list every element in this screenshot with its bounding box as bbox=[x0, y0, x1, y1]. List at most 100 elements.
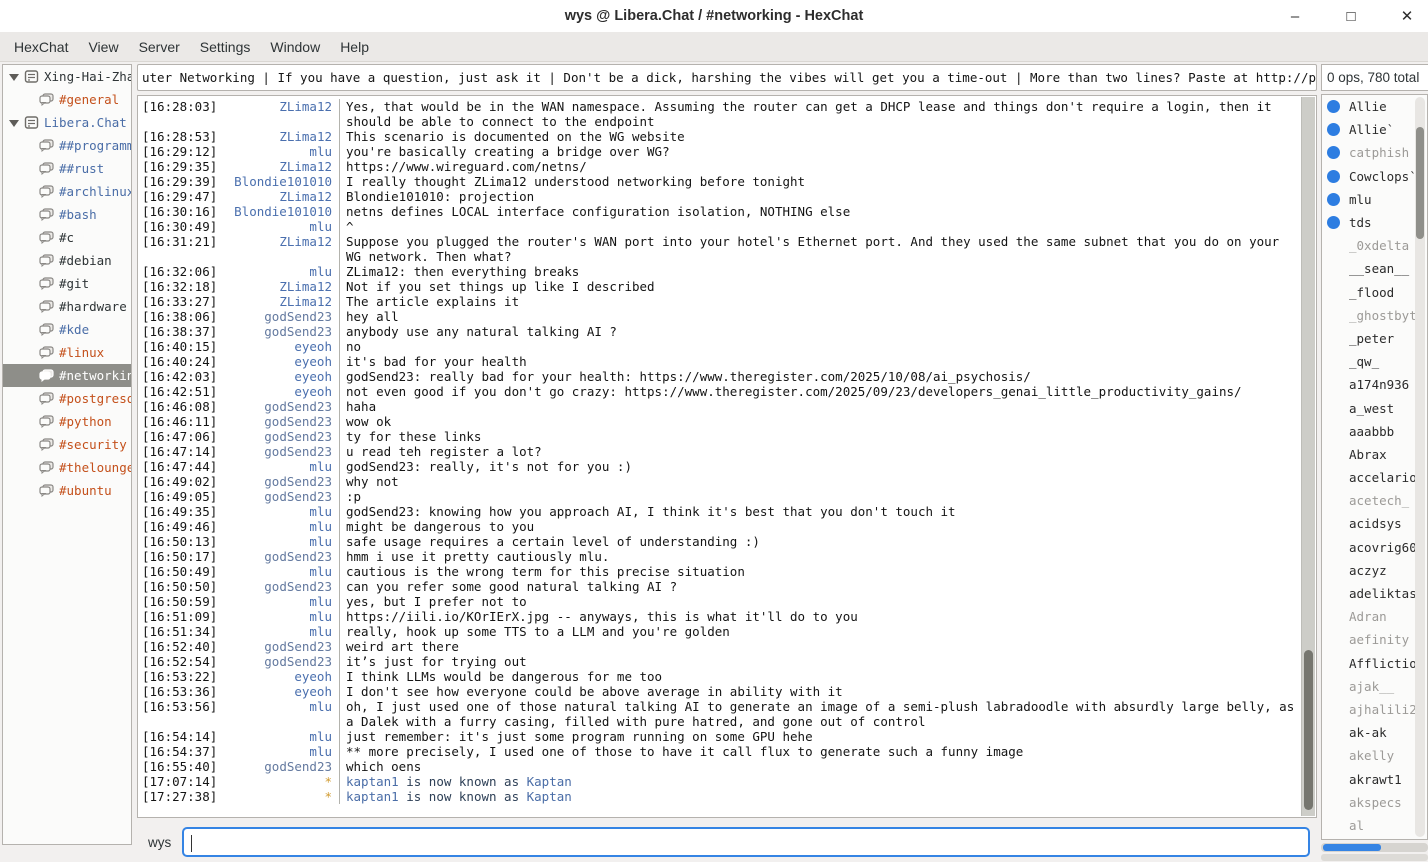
userlist-hscrollbar-thumb[interactable] bbox=[1323, 844, 1381, 851]
userlist-row[interactable]: Abrax bbox=[1322, 443, 1427, 466]
minimize-icon[interactable]: – bbox=[1284, 5, 1306, 27]
tree-channel-kde[interactable]: #kde bbox=[3, 318, 131, 341]
userlist-row[interactable]: _0xdelta bbox=[1322, 234, 1427, 257]
message-text: can you refer some good natural talking … bbox=[339, 579, 1299, 594]
userlist-row[interactable]: a_west bbox=[1322, 396, 1427, 419]
userlist-row[interactable]: Allie bbox=[1322, 95, 1427, 118]
window-controls: – □ ✕ bbox=[1284, 0, 1418, 32]
chat-message-row: [16:30:16]Blondie101010netns defines LOC… bbox=[139, 204, 1299, 219]
userlist-row[interactable]: ak-ak bbox=[1322, 721, 1427, 744]
userlist-row[interactable]: _qw_ bbox=[1322, 350, 1427, 373]
message-input[interactable] bbox=[182, 827, 1310, 857]
userlist-row[interactable]: akspecs bbox=[1322, 791, 1427, 814]
userlist-row[interactable]: acetech_ bbox=[1322, 489, 1427, 512]
tree-channel-ubuntu[interactable]: #ubuntu bbox=[3, 479, 131, 502]
user-name: Affliction bbox=[1349, 656, 1424, 671]
menu-item-help[interactable]: Help bbox=[330, 34, 379, 60]
userlist-row[interactable]: Affliction bbox=[1322, 652, 1427, 675]
text-caret bbox=[191, 835, 192, 852]
user-name: _flood bbox=[1349, 285, 1394, 300]
tree-channel-postgresql[interactable]: #postgresql bbox=[3, 387, 131, 410]
tree-channel-python[interactable]: #python bbox=[3, 410, 131, 433]
user-name: catphish bbox=[1349, 145, 1409, 160]
tree-channel-bash[interactable]: #bash bbox=[3, 203, 131, 226]
message-timestamp: [16:51:34] bbox=[139, 624, 227, 639]
tree-channel-linux[interactable]: #linux bbox=[3, 341, 131, 364]
maximize-icon[interactable]: □ bbox=[1340, 5, 1362, 27]
userlist-row[interactable]: accelario bbox=[1322, 466, 1427, 489]
userlist-row[interactable]: aczyz bbox=[1322, 559, 1427, 582]
userlist-row[interactable]: __sean__ bbox=[1322, 257, 1427, 280]
menu-item-server[interactable]: Server bbox=[129, 34, 190, 60]
chat-bubble-icon bbox=[39, 415, 54, 428]
userlist-row[interactable]: a174n936 bbox=[1322, 373, 1427, 396]
close-icon[interactable]: ✕ bbox=[1396, 5, 1418, 27]
menu-item-window[interactable]: Window bbox=[260, 34, 330, 60]
user-name: mlu bbox=[1349, 192, 1372, 207]
chat-scrollbar-thumb[interactable] bbox=[1304, 650, 1313, 810]
tree-server-xing-hai-zhan[interactable]: Xing-Hai-Zhan bbox=[3, 65, 131, 88]
userlist-row[interactable]: catphish bbox=[1322, 141, 1427, 164]
userlist-hscrollbar-track[interactable] bbox=[1321, 854, 1428, 861]
message-timestamp: [16:47:06] bbox=[139, 429, 227, 444]
tree-channel-rust[interactable]: ##rust bbox=[3, 157, 131, 180]
tree-channel-c[interactable]: #c bbox=[3, 226, 131, 249]
message-timestamp: [16:50:17] bbox=[139, 549, 227, 564]
userlist-row[interactable]: Allie` bbox=[1322, 118, 1427, 141]
userlist-row[interactable]: adeliktas bbox=[1322, 582, 1427, 605]
userlist-row[interactable]: acovrig60 bbox=[1322, 536, 1427, 559]
userlist-row[interactable]: ajak__ bbox=[1322, 675, 1427, 698]
user-name: acetech_ bbox=[1349, 493, 1409, 508]
voice-dot-icon bbox=[1327, 100, 1340, 113]
userlist-scrollbar-thumb[interactable] bbox=[1416, 127, 1424, 239]
userlist-row[interactable]: aaabbb bbox=[1322, 420, 1427, 443]
userlist-row[interactable]: ajhalili2 bbox=[1322, 698, 1427, 721]
user-name: akelly bbox=[1349, 748, 1394, 763]
tree-channel-general[interactable]: #general bbox=[3, 88, 131, 111]
voice-dot-icon bbox=[1327, 123, 1340, 136]
channel-name: #c bbox=[59, 230, 74, 245]
message-timestamp: [16:30:49] bbox=[139, 219, 227, 234]
userlist-hscrollbar[interactable] bbox=[1321, 843, 1428, 852]
tree-channel-networking[interactable]: #networking bbox=[3, 364, 131, 387]
tree-channel-hardware[interactable]: #hardware bbox=[3, 295, 131, 318]
voice-dot-icon bbox=[1327, 146, 1340, 159]
expander-down-icon[interactable] bbox=[7, 70, 21, 84]
userlist-row[interactable]: akrawt1 bbox=[1322, 767, 1427, 790]
userlist-row[interactable]: acidsys bbox=[1322, 512, 1427, 535]
userlist-row[interactable]: akelly bbox=[1322, 744, 1427, 767]
channel-name: #linux bbox=[59, 345, 104, 360]
menu-item-settings[interactable]: Settings bbox=[190, 34, 261, 60]
userlist-row[interactable]: _ghostbyte bbox=[1322, 304, 1427, 327]
userlist-row[interactable]: _flood bbox=[1322, 281, 1427, 304]
userlist-row[interactable]: _peter bbox=[1322, 327, 1427, 350]
userlist-row[interactable]: Cowclops` bbox=[1322, 165, 1427, 188]
message-timestamp: [16:49:35] bbox=[139, 504, 227, 519]
user-name: ajhalili2 bbox=[1349, 702, 1417, 717]
userlist-row[interactable]: Adran bbox=[1322, 605, 1427, 628]
menu-item-hexchat[interactable]: HexChat bbox=[4, 34, 78, 60]
chat-scrollbar[interactable] bbox=[1301, 97, 1315, 816]
message-timestamp: [16:54:14] bbox=[139, 729, 227, 744]
tree-channel-debian[interactable]: #debian bbox=[3, 249, 131, 272]
userlist-row[interactable]: aefinity bbox=[1322, 628, 1427, 651]
expander-down-icon[interactable] bbox=[7, 116, 21, 130]
userlist-row[interactable]: al bbox=[1322, 814, 1427, 837]
tree-channel-git[interactable]: #git bbox=[3, 272, 131, 295]
event-text: is now known as bbox=[399, 789, 527, 804]
user-name: adeliktas bbox=[1349, 586, 1417, 601]
message-timestamp: [16:28:03] bbox=[139, 99, 227, 129]
userlist-row[interactable]: mlu bbox=[1322, 188, 1427, 211]
tree-channel-security[interactable]: #security bbox=[3, 433, 131, 456]
message-timestamp: [16:40:24] bbox=[139, 354, 227, 369]
tree-server-libera.chat[interactable]: Libera.Chat bbox=[3, 111, 131, 134]
menu-item-view[interactable]: View bbox=[78, 34, 128, 60]
topic-input[interactable]: uter Networking | If you have a question… bbox=[137, 64, 1317, 91]
tree-channel-archlinux[interactable]: #archlinux bbox=[3, 180, 131, 203]
user-name: Adran bbox=[1349, 609, 1387, 624]
userlist-row[interactable]: tds bbox=[1322, 211, 1427, 234]
tree-channel-programming[interactable]: ##programming bbox=[3, 134, 131, 157]
userlist-scrollbar[interactable] bbox=[1415, 97, 1425, 837]
chat-message-row: [16:29:39]Blondie101010I really thought … bbox=[139, 174, 1299, 189]
tree-channel-thelounge[interactable]: #thelounge bbox=[3, 456, 131, 479]
